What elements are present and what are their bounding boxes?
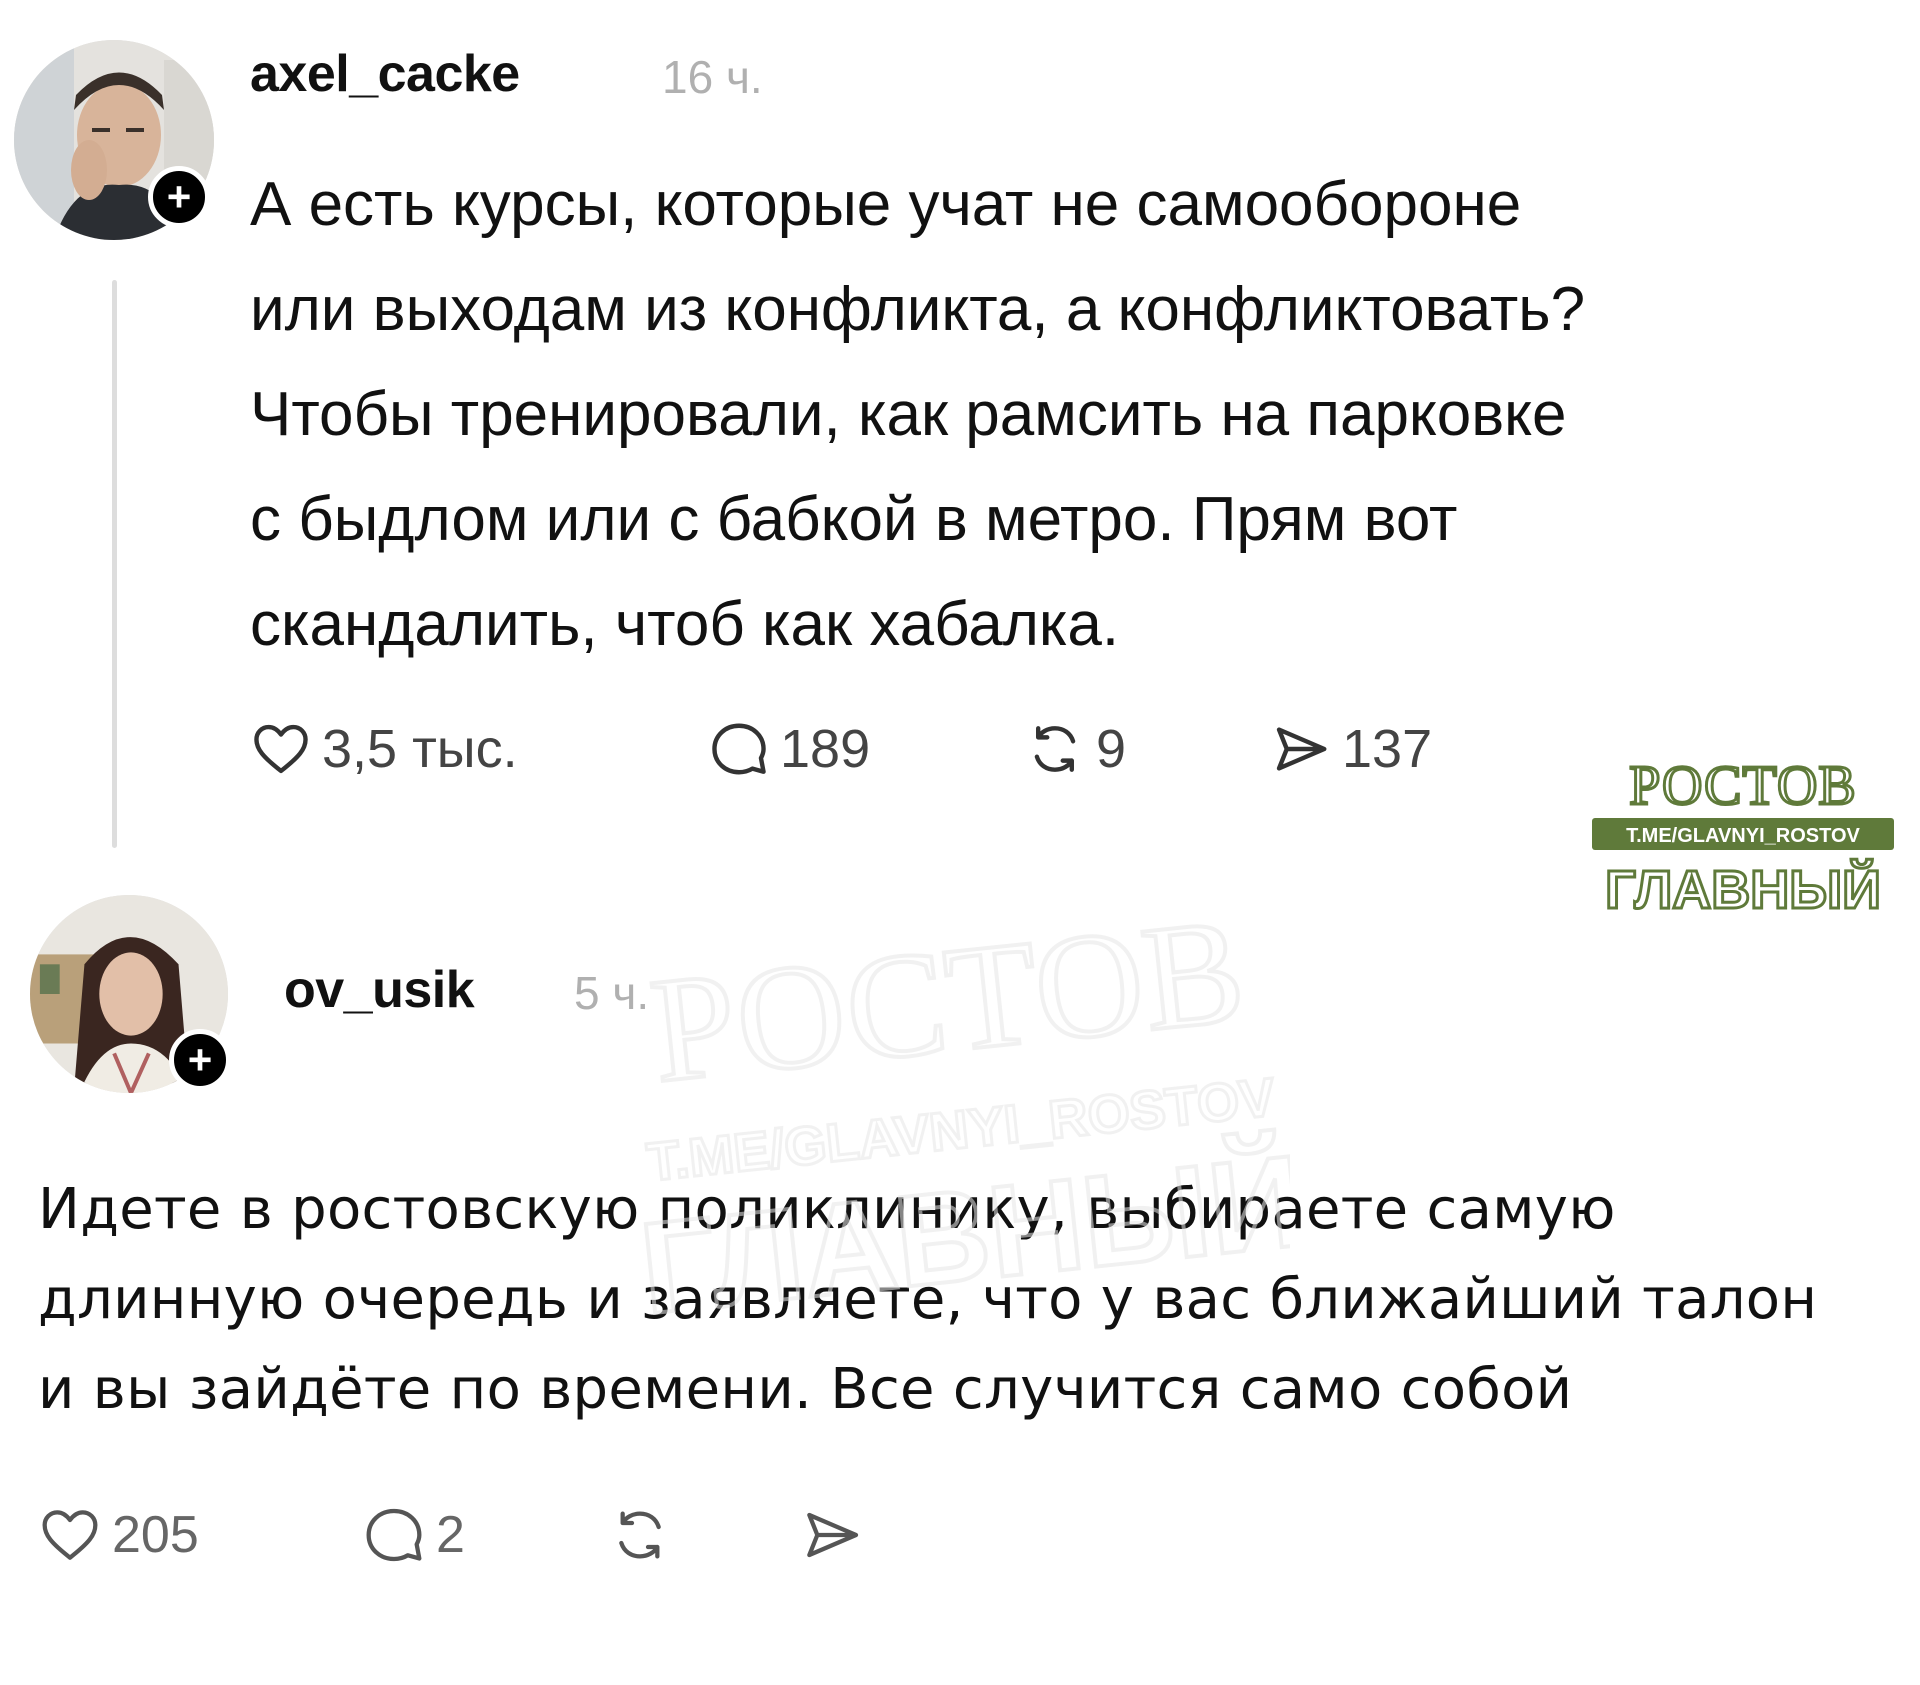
share-button[interactable] (800, 1503, 864, 1567)
share-icon (1276, 727, 1327, 771)
watermark-overlay-line1: РОСТОВ (644, 900, 1252, 1114)
comment-count: 2 (436, 1506, 465, 1564)
heart-icon (42, 1510, 98, 1560)
heart-icon (254, 724, 308, 774)
post2-time: 5 ч. (574, 967, 650, 1019)
post2-text: Идете в ростовскую поликлинику, выбирает… (38, 1177, 1818, 1422)
comment-icon (712, 723, 766, 775)
like-button[interactable]: 205 (38, 1503, 199, 1567)
share-icon (807, 1512, 859, 1558)
plus-icon: + (187, 1036, 213, 1083)
thread-line (112, 280, 117, 848)
share-count: 137 (1342, 719, 1433, 779)
like-count: 205 (112, 1506, 199, 1564)
comment-button[interactable]: 189 (708, 718, 870, 780)
post1-text: А есть курсы, которые учат не самооборон… (250, 170, 1586, 659)
watermark-logo: РОСТОВ T.ME/GLAVNYI_ROSTOV ГЛАВНЫЙ (1588, 752, 1898, 922)
follow-button-ov-usik[interactable]: + (169, 1029, 231, 1091)
comment-count: 189 (780, 719, 871, 779)
post2-username[interactable]: ov_usik (284, 960, 475, 1020)
repost-count: 9 (1096, 719, 1127, 779)
watermark-line3: ГЛАВНЫЙ (1605, 859, 1881, 920)
comment-icon (366, 1508, 422, 1562)
repost-button[interactable] (608, 1503, 672, 1567)
post1-time: 16 ч. (662, 51, 763, 103)
comment-button[interactable]: 2 (362, 1503, 465, 1567)
repost-icon (619, 1511, 661, 1559)
share-button[interactable]: 137 (1270, 718, 1432, 780)
like-button[interactable]: 3,5 тыс. (250, 718, 518, 780)
repost-icon (1034, 726, 1076, 772)
repost-button[interactable]: 9 (1024, 718, 1126, 780)
watermark-line1: РОСТОВ (1629, 755, 1857, 817)
watermark-line2: T.ME/GLAVNYI_ROSTOV (1626, 825, 1860, 847)
follow-button-axel-cacke[interactable]: + (148, 166, 210, 228)
post1-username[interactable]: axel_cacke (250, 44, 520, 104)
like-count: 3,5 тыс. (322, 719, 518, 779)
plus-icon: + (166, 173, 192, 220)
